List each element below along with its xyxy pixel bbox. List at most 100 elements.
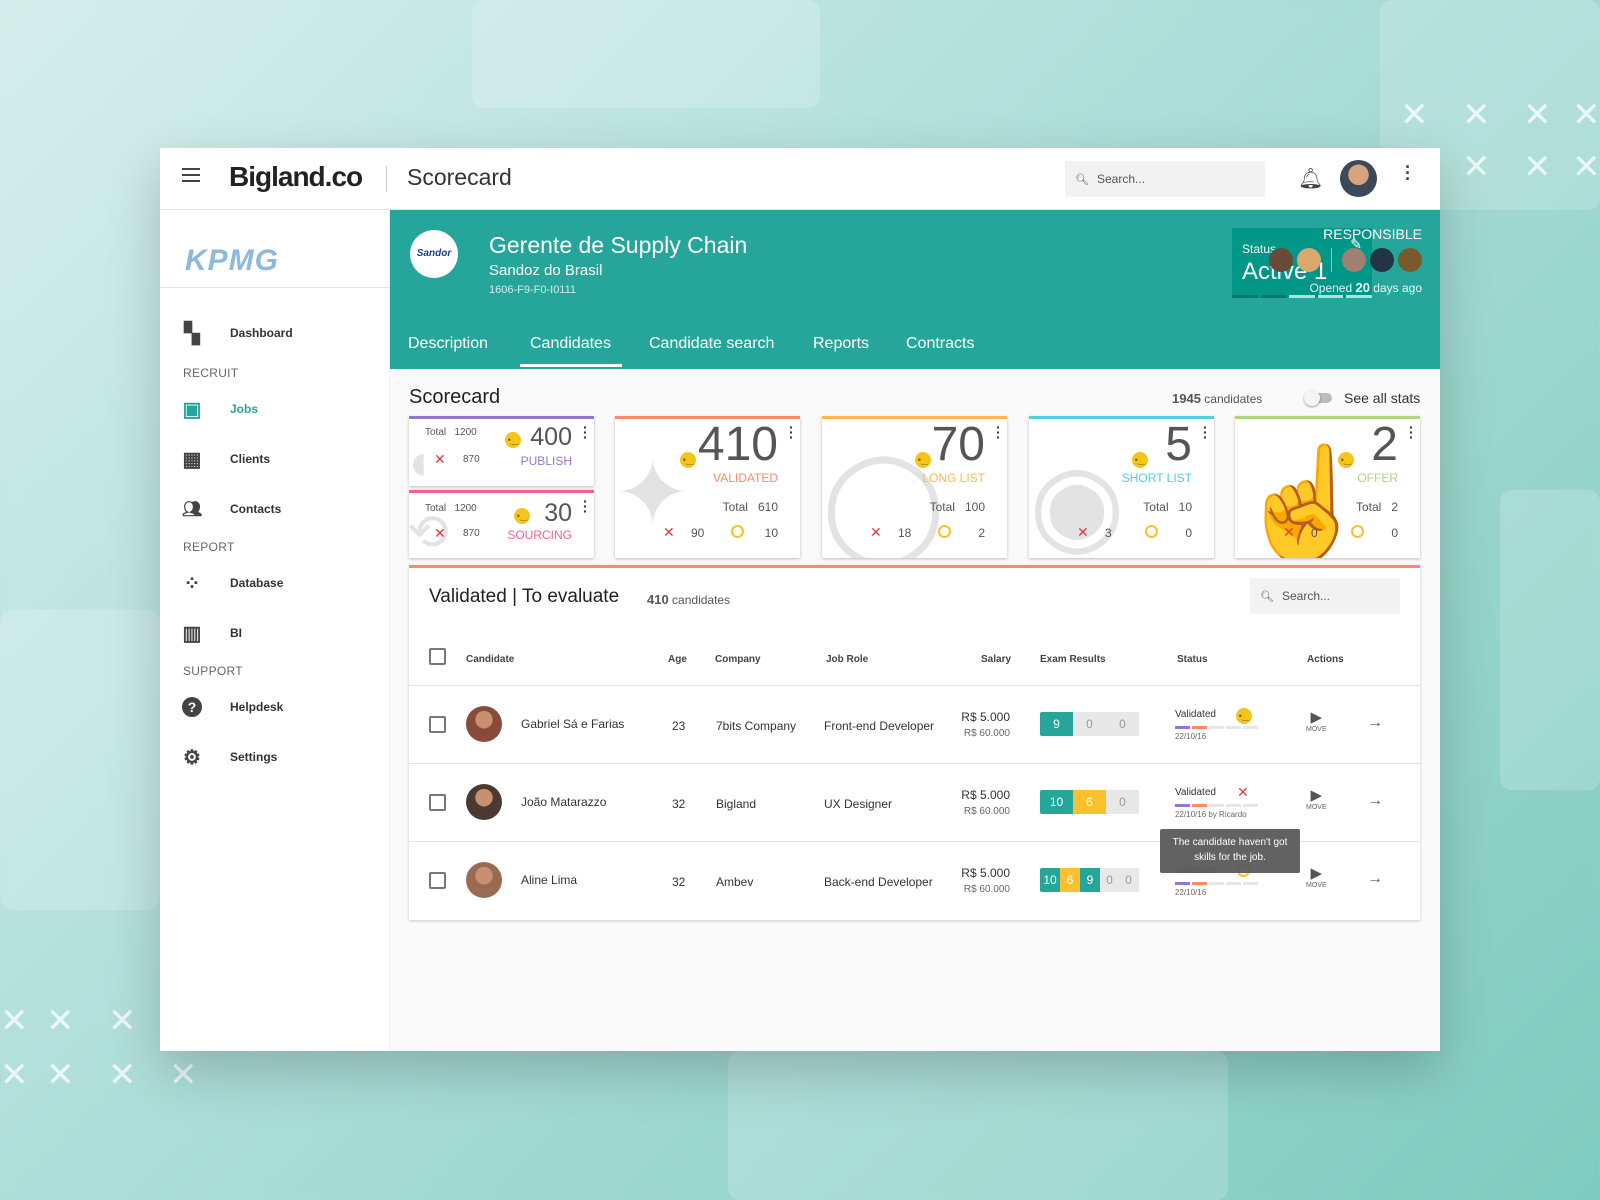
see-all-toggle[interactable] <box>1304 390 1332 406</box>
bell-icon[interactable]: 🔔︎ <box>1298 166 1323 191</box>
more-vert-icon[interactable]: · · · <box>1203 420 1208 444</box>
candidate-name[interactable]: Gabriel Sá e Farias <box>521 717 624 731</box>
move-button[interactable]: ▶ MOVE <box>1306 864 1327 889</box>
col-job-role[interactable]: Job Role <box>826 654 868 665</box>
col-exam-results[interactable]: Exam Results <box>1040 654 1106 665</box>
col-age[interactable]: Age <box>668 654 687 665</box>
hamburger-icon[interactable] <box>182 168 200 182</box>
total-value: 610 <box>757 500 778 514</box>
exam-score: 9 <box>1040 712 1073 736</box>
candidate-name[interactable]: João Matarazzo <box>521 795 606 809</box>
tab-candidate-search[interactable]: Candidate search <box>649 335 774 353</box>
more-vert-icon[interactable]: · · · <box>1409 420 1414 444</box>
rejected-count: 0 <box>1311 526 1318 540</box>
total-value: 10 <box>1178 500 1192 514</box>
more-vert-icon[interactable]: · · · <box>583 494 588 518</box>
avatar[interactable] <box>1269 248 1293 272</box>
col-salary[interactable]: Salary <box>981 654 1011 665</box>
x-pattern-mark: ✕ <box>1462 96 1491 134</box>
avatar[interactable] <box>1297 248 1321 272</box>
bg-decoration <box>1500 490 1600 790</box>
play-icon: ▶ <box>1310 865 1323 882</box>
more-vert-icon[interactable]: · · · <box>583 420 588 444</box>
col-status[interactable]: Status <box>1177 654 1208 665</box>
status-progress <box>1175 726 1258 729</box>
search-input[interactable]: 🔍︎ Search... <box>1065 161 1265 197</box>
sidebar-item-dashboard[interactable]: ▚ Dashboard <box>180 321 292 345</box>
sidebar-item-database[interactable]: ⁘ Database <box>180 571 284 595</box>
exam-score: 9 <box>1080 868 1100 892</box>
job-company: Sandoz do Brasil <box>489 262 603 279</box>
sidebar-item-contacts[interactable]: 👥︎ Contacts <box>180 497 282 521</box>
search-icon: 🔍︎ <box>1075 173 1089 186</box>
exam-results: 10 6 0 <box>1040 790 1139 814</box>
col-company[interactable]: Company <box>715 654 761 665</box>
sidebar-item-helpdesk[interactable]: ? Helpdesk <box>180 695 283 719</box>
user-avatar[interactable] <box>1340 160 1377 197</box>
total-value: 100 <box>964 500 985 514</box>
sidebar-item-clients[interactable]: ▦ Clients <box>180 447 270 471</box>
sidebar-item-bi[interactable]: ▥ BI <box>180 621 242 645</box>
row-checkbox[interactable] <box>429 794 446 811</box>
exam-score: 6 <box>1073 790 1106 814</box>
close-icon: ✕ <box>1283 524 1295 540</box>
sidebar: KPMG ▚ Dashboard RECRUIT ▣ Jobs ▦ Clients 👥… <box>160 210 390 1051</box>
arrow-right-icon[interactable]: → <box>1367 714 1383 732</box>
candidate-name[interactable]: Aline Lima <box>521 873 577 887</box>
sidebar-item-settings[interactable]: ⚙ Settings <box>180 745 277 769</box>
arrow-right-icon[interactable]: → <box>1367 870 1383 888</box>
move-button[interactable]: ▶ MOVE <box>1306 708 1327 733</box>
arrow-right-icon[interactable]: → <box>1367 792 1383 810</box>
select-all-checkbox[interactable] <box>429 648 446 665</box>
more-vert-icon[interactable]: · · · <box>1405 158 1411 188</box>
stage-label: VALIDATED <box>713 471 778 485</box>
tab-candidates[interactable]: Candidates <box>530 335 611 353</box>
rejected-count: 18 <box>898 526 912 540</box>
move-button[interactable]: ▶ MOVE <box>1306 786 1327 811</box>
close-icon[interactable]: ✕ <box>1237 784 1249 801</box>
app-window: Bigland.co Scorecard 🔍︎ Search... 🔔︎ · · · … <box>160 148 1440 1051</box>
avatar[interactable] <box>1370 248 1394 272</box>
app-logo[interactable]: Bigland.co <box>229 161 363 193</box>
stage-card-publish[interactable]: ◖ Total 1200 ✕ 870 •‿ 400 PUBLISH ··· <box>409 416 594 486</box>
stage-card-long-list[interactable]: ◯ •‿ 70 LONG LIST Total 100 ✕ 18 2 · · · <box>822 416 1007 558</box>
col-candidate[interactable]: Candidate <box>466 654 514 665</box>
exam-score: 10 <box>1040 868 1060 892</box>
stage-count: 410 <box>697 418 778 471</box>
row-checkbox[interactable] <box>429 872 446 889</box>
more-vert-icon[interactable]: · · · <box>996 420 1001 444</box>
more-vert-icon[interactable]: · · · <box>789 420 794 444</box>
circle-icon <box>1145 525 1158 538</box>
company-logo: Sandor <box>410 230 458 278</box>
sidebar-item-jobs[interactable]: ▣ Jobs <box>180 397 258 421</box>
avatar[interactable] <box>1398 248 1422 272</box>
active-tab-indicator <box>520 364 622 367</box>
see-all-label[interactable]: See all stats <box>1344 390 1420 406</box>
candidate-age: 23 <box>672 719 686 733</box>
row-checkbox[interactable] <box>429 716 446 733</box>
bubbles-icon: ⁘ <box>183 572 201 595</box>
pending-count: 0 <box>1185 526 1192 540</box>
stage-label: SHORT LIST <box>1121 471 1192 485</box>
section-label: REPORT <box>183 540 235 554</box>
stage-count: 70 <box>931 418 985 471</box>
pending-count: 0 <box>1391 526 1398 540</box>
tab-contracts[interactable]: Contracts <box>906 335 974 353</box>
status-steps <box>1232 295 1372 298</box>
tooltip: The candidate haven't got skills for the… <box>1160 829 1300 873</box>
table-search-input[interactable]: 🔍︎ Search... <box>1250 578 1400 614</box>
x-pattern-mark: ✕ <box>169 1056 198 1094</box>
stage-count: 30 <box>544 499 572 527</box>
stage-card-validated[interactable]: ✦ •‿ 410 VALIDATED Total 610 ✕ 90 10 · · · <box>615 416 800 558</box>
help-icon: ? <box>180 695 204 719</box>
table-row[interactable]: Gabriel Sá e Farias 23 7bits Company Fro… <box>409 685 1420 763</box>
stage-card-sourcing[interactable]: ⟲ Total 1200 ✕ 870 •‿ 30 SOURCING · · · <box>409 490 594 558</box>
col-actions[interactable]: Actions <box>1307 654 1344 665</box>
thinking-emoji-icon: •‿ <box>514 508 530 524</box>
tab-reports[interactable]: Reports <box>813 335 869 353</box>
stage-card-short-list[interactable]: ◉ •‿ 5 SHORT LIST Total 10 ✕ 3 0 · · · <box>1029 416 1214 558</box>
panel-title: Validated | To evaluate <box>429 586 620 607</box>
avatar[interactable] <box>1342 248 1366 272</box>
tab-description[interactable]: Description <box>408 335 488 353</box>
stage-card-offer[interactable]: ☝ •‿ 2 OFFER Total 2 ✕ 0 0 · · · <box>1235 416 1420 558</box>
